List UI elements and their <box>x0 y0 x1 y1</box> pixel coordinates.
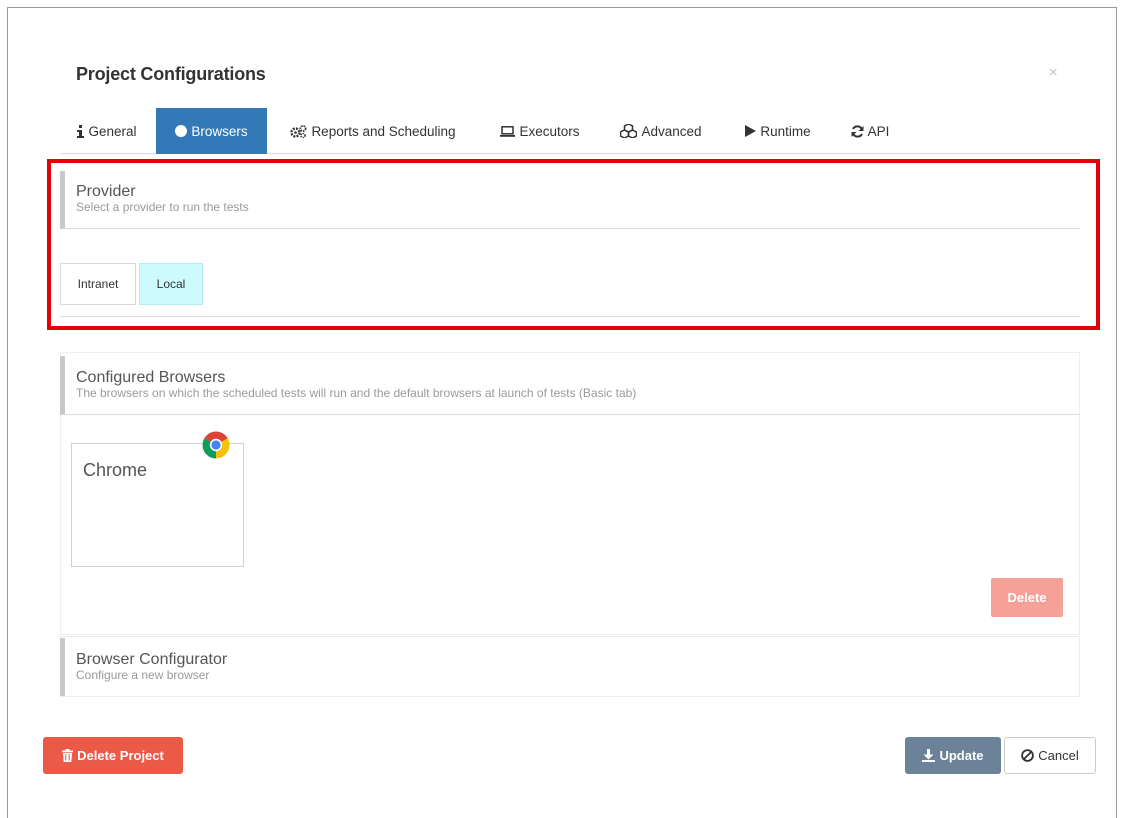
tab-label: Runtime <box>760 123 811 139</box>
tab-general[interactable]: General <box>60 108 154 154</box>
configured-browsers-header: Configured Browsers The browsers on whic… <box>60 356 1080 415</box>
tab-executors[interactable]: Executors <box>490 108 590 154</box>
browser-configurator-header[interactable]: Browser Configurator Configure a new bro… <box>60 638 1080 696</box>
browser-configurator-heading: Browser Configurator <box>76 651 228 668</box>
chrome-icon <box>202 431 230 464</box>
configured-browsers-subheading: The browsers on which the scheduled test… <box>76 386 637 400</box>
tab-browsers[interactable]: Browsers <box>156 108 267 154</box>
play-icon <box>745 125 757 137</box>
tab-label: General <box>88 123 137 139</box>
configured-browsers-heading: Configured Browsers <box>76 369 226 386</box>
tab-label: Browsers <box>191 123 248 139</box>
delete-project-label: Delete Project <box>77 748 164 763</box>
tab-api[interactable]: API <box>844 108 896 154</box>
cancel-label: Cancel <box>1038 748 1079 763</box>
delete-project-button[interactable]: Delete Project <box>43 737 183 774</box>
tab-label: Executors <box>519 123 580 139</box>
cubes-icon <box>620 124 638 138</box>
ban-icon <box>1021 749 1035 762</box>
refresh-icon <box>851 124 864 138</box>
provider-highlight-box <box>47 159 1100 330</box>
globe-icon <box>175 125 188 137</box>
download-icon <box>922 749 936 762</box>
gears-icon <box>290 124 307 138</box>
trash-icon <box>62 749 74 762</box>
dialog-title: Project Configurations <box>76 64 266 84</box>
tab-reports-and-scheduling[interactable]: Reports and Scheduling <box>278 108 468 154</box>
browser-configurator-subheading: Configure a new browser <box>76 668 210 682</box>
tab-bar: General Browsers Reports and Scheduling … <box>60 108 1080 154</box>
close-icon[interactable]: × <box>1049 64 1058 81</box>
tab-advanced[interactable]: Advanced <box>610 108 712 154</box>
tab-label: API <box>867 123 890 139</box>
delete-browser-button[interactable]: Delete <box>991 578 1063 617</box>
update-button[interactable]: Update <box>905 737 1001 774</box>
tab-label: Reports and Scheduling <box>311 123 456 139</box>
info-icon <box>77 124 85 138</box>
laptop-icon <box>500 125 516 137</box>
browser-name: Chrome <box>83 460 148 480</box>
tab-label: Advanced <box>641 123 702 139</box>
cancel-button[interactable]: Cancel <box>1004 737 1096 774</box>
update-label: Update <box>939 748 984 763</box>
tab-runtime[interactable]: Runtime <box>736 108 820 154</box>
